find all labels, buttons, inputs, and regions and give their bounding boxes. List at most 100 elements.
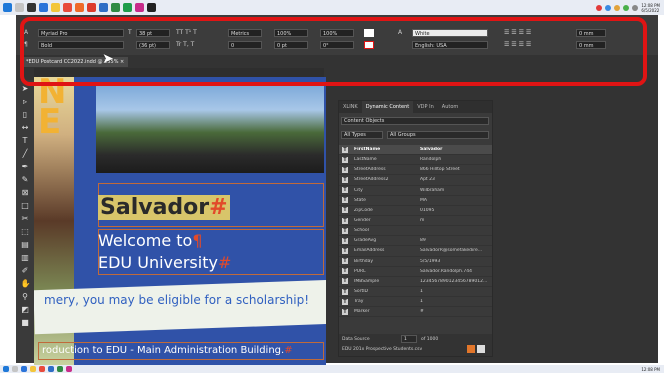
content-objects-select[interactable]: Content Objects (341, 117, 489, 125)
tray-icon[interactable] (614, 4, 621, 11)
field-row[interactable]: T GradeAvg 89 (339, 236, 492, 247)
task-view-icon[interactable] (27, 3, 36, 12)
field-row[interactable]: T EmailAddress SalvadorR@somefakedire... (339, 246, 492, 257)
panel-menu-icon[interactable] (477, 345, 485, 353)
record-number-field[interactable]: 1 (401, 335, 417, 343)
field-row[interactable]: T FirstName Salvador (339, 145, 492, 156)
indesign-icon[interactable] (135, 3, 144, 12)
stroke-swatch[interactable] (364, 41, 374, 49)
character-mode-icon[interactable]: A (24, 29, 28, 36)
fill-stroke-icon[interactable]: ◩ (21, 305, 30, 314)
field-row[interactable]: T Marker # (339, 307, 492, 318)
edge-icon[interactable] (39, 3, 48, 12)
gap-tool-icon[interactable]: ↔ (21, 123, 30, 132)
free-transform-tool-icon[interactable]: ⬚ (21, 227, 30, 236)
all-caps-icon[interactable]: TT T¹ T (176, 29, 197, 36)
type-filter-select[interactable]: All Types (341, 131, 383, 139)
line-tool-icon[interactable]: ╱ (21, 149, 30, 158)
tab-xlink[interactable]: XLINK (339, 101, 362, 113)
field-row[interactable]: T ZipCode 01095 (339, 206, 492, 216)
baseline-shift-field[interactable]: 0 pt (274, 41, 308, 49)
small-caps-icon[interactable]: Tr T, T (176, 41, 194, 48)
leading-field[interactable]: (36 pt) (136, 41, 170, 49)
scholarship-text[interactable]: mery, you may be eligible for a scholars… (44, 293, 309, 307)
bottom-text[interactable]: roduction to EDU - Main Administration B… (42, 345, 293, 356)
eyedropper-tool-icon[interactable]: ✐ (21, 266, 30, 275)
chrome-icon[interactable] (63, 3, 72, 12)
excel-icon[interactable] (57, 366, 63, 372)
folder-icon[interactable] (30, 366, 36, 372)
rectangle-tool-icon[interactable]: □ (21, 201, 30, 210)
gradient-tool-icon[interactable]: ▤ (21, 240, 30, 249)
rectangle-frame-tool-icon[interactable]: ⊠ (21, 188, 30, 197)
group-filter-select[interactable]: All Groups (387, 131, 489, 139)
paragraph-mode-icon[interactable]: ¶ (24, 41, 28, 48)
search-icon[interactable] (12, 366, 18, 372)
font-size-field[interactable]: 38 pt (136, 29, 170, 37)
note-tool-icon[interactable]: ▥ (21, 253, 30, 262)
excel-icon[interactable] (111, 3, 120, 12)
field-row[interactable]: T Birthday 5/5/1993 (339, 257, 492, 267)
vertical-scale-field[interactable]: 100% (274, 29, 308, 37)
field-row[interactable]: T SortID 1 (339, 287, 492, 298)
firefox-icon[interactable] (75, 3, 84, 12)
font-family-field[interactable]: Myriad Pro (38, 29, 124, 37)
panel-action-icon[interactable] (467, 345, 475, 353)
selection-tool-icon[interactable]: ➤ (21, 84, 30, 93)
direct-selection-tool-icon[interactable]: ▹ (21, 97, 30, 106)
field-row[interactable]: T PURL Salvador.Randolph.744 (339, 267, 492, 277)
font-style-field[interactable]: Bold (38, 41, 124, 49)
word-icon[interactable] (48, 366, 54, 372)
indent-left-field[interactable]: 0 mm (576, 29, 606, 37)
type-tool-icon[interactable]: T (21, 136, 30, 145)
pencil-tool-icon[interactable]: ✎ (21, 175, 30, 184)
field-row[interactable]: T Gender m (339, 216, 492, 227)
field-row[interactable]: T Tray 1 (339, 297, 492, 308)
folder-icon[interactable] (51, 3, 60, 12)
justify-buttons[interactable]: ☰ ☰ ☰ ☰ (504, 41, 531, 48)
app-icon[interactable] (123, 3, 132, 12)
align-buttons[interactable]: ☰ ☰ ☰ ☰ (504, 29, 531, 36)
horizontal-scale-field[interactable]: 100% (320, 29, 354, 37)
language-field[interactable]: English: USA (412, 41, 488, 49)
tray-icon[interactable] (623, 4, 630, 11)
hand-tool-icon[interactable]: ✋ (21, 279, 31, 288)
pen-tool-icon[interactable]: ✒ (21, 162, 30, 171)
indent-right-field[interactable]: 0 mm (576, 41, 606, 49)
graduation-photo[interactable] (96, 83, 324, 173)
tracking-field[interactable]: 0 (228, 41, 262, 49)
tab-dynamic-content[interactable]: Dynamic Content (361, 101, 414, 113)
screen-mode-icon[interactable]: ■ (21, 318, 30, 327)
obs-icon[interactable] (147, 3, 156, 12)
character-style-field[interactable]: White (412, 29, 488, 37)
close-icon[interactable]: × (120, 59, 124, 65)
tab-autom[interactable]: Autom (438, 101, 462, 113)
scissors-tool-icon[interactable]: ✂ (21, 214, 30, 223)
app-icon[interactable] (87, 3, 96, 12)
windows-start-icon[interactable] (3, 366, 9, 372)
clock[interactable]: 12:08 PM (641, 367, 660, 372)
fill-swatch[interactable] (364, 29, 374, 37)
zoom-tool-icon[interactable]: ⚲ (21, 292, 30, 301)
field-row[interactable]: T LastName Randolph (339, 155, 492, 166)
field-row[interactable]: T School (339, 226, 492, 237)
welcome-text[interactable]: Welcome to¶ EDU University# (98, 230, 231, 274)
data-source-select[interactable]: Data Source (342, 337, 370, 342)
field-row[interactable]: T StreetAddress 866 Hilltop Street (339, 165, 492, 176)
first-name-field[interactable]: Salvador# (98, 195, 230, 220)
field-row[interactable]: T City Wilbraham (339, 186, 492, 196)
indesign-icon[interactable] (66, 366, 72, 372)
page-tool-icon[interactable]: ▯ (21, 110, 30, 119)
field-row[interactable]: T StreetAddress2 Apt 23 (339, 175, 492, 186)
word-icon[interactable] (99, 3, 108, 12)
edge-icon[interactable] (21, 366, 27, 372)
skew-field[interactable]: 0° (320, 41, 354, 49)
document-canvas[interactable]: N E Salvador# Welcome to¶ EDU University… (34, 77, 326, 365)
field-row[interactable]: T IMBSample 1234567890123456789012... (339, 277, 492, 287)
tray-icon[interactable] (605, 4, 612, 11)
tab-vdp-in[interactable]: VDP In (413, 101, 438, 113)
field-row[interactable]: T State MA (339, 196, 492, 206)
tray-icon[interactable] (632, 4, 639, 11)
clock[interactable]: 12:08 PM 6/5/2022 (641, 3, 660, 13)
tray-icon[interactable] (596, 4, 603, 11)
